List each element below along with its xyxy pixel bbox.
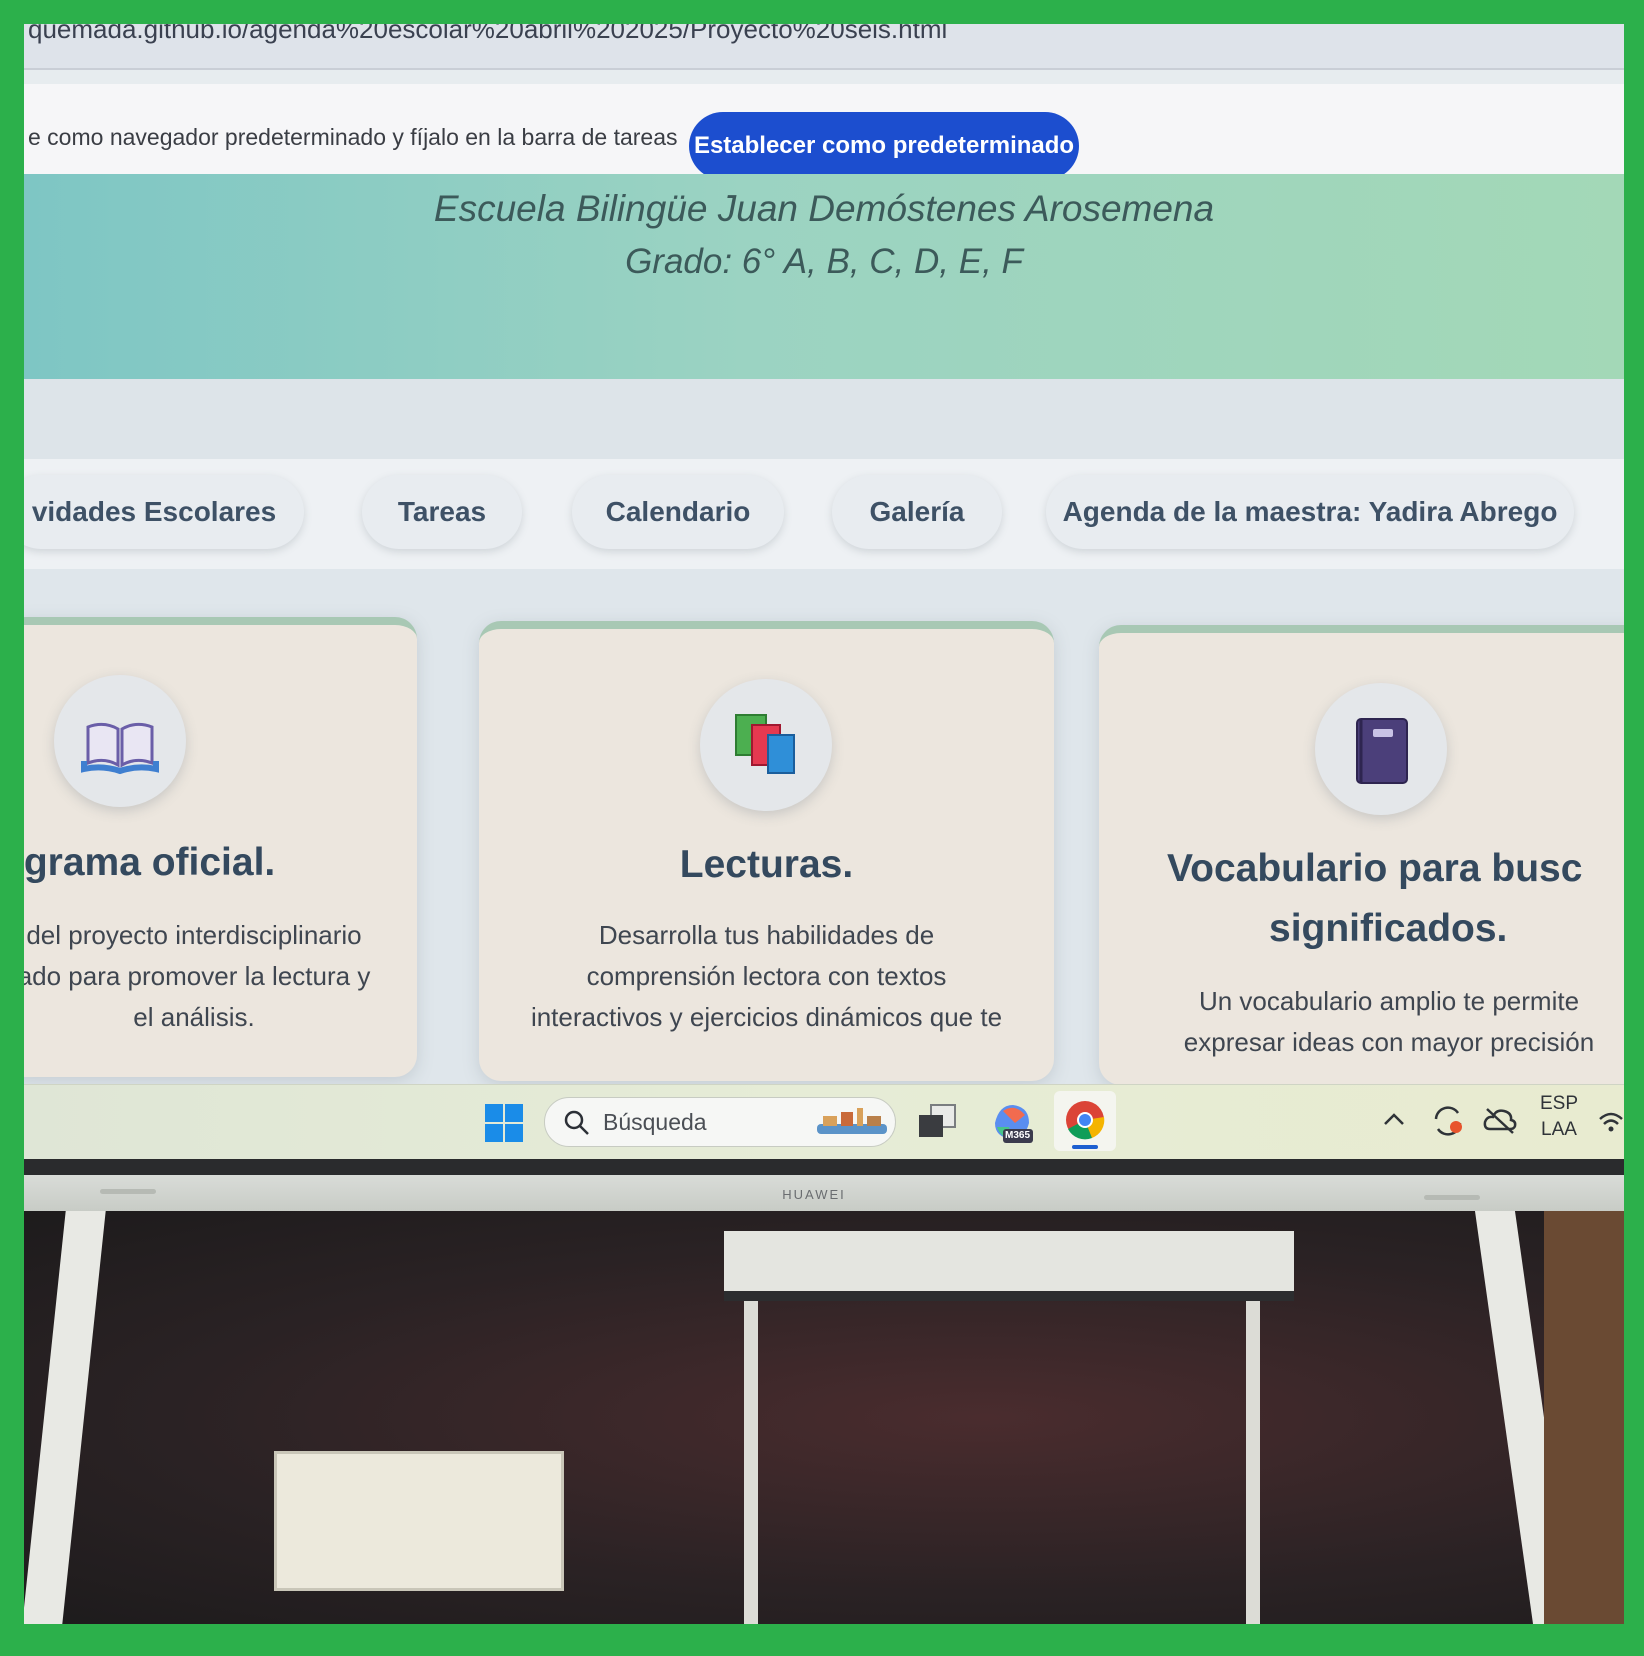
card-title: Vocabulario para busc: [1167, 847, 1583, 890]
search-icon: [564, 1110, 589, 1135]
notebook-icon: [1356, 718, 1408, 784]
wifi-icon: [1599, 1112, 1623, 1132]
show-hidden-icons-button[interactable]: [1382, 1109, 1406, 1134]
nav-item-galeria[interactable]: Galería: [832, 475, 1002, 549]
taskbar-search[interactable]: Búsqueda: [544, 1097, 896, 1147]
card-line: interactivos y ejercicios dinámicos que …: [530, 1002, 1003, 1032]
desk-leg-left: [24, 1211, 106, 1624]
sync-tray-button[interactable]: [1430, 1103, 1466, 1144]
cardboard-box: [1544, 1211, 1624, 1624]
stacked-books-icon: [735, 714, 795, 774]
copilot-m365-button[interactable]: M365: [989, 1099, 1035, 1150]
room-background: [24, 1211, 1624, 1624]
open-book-icon: [81, 722, 159, 775]
card-description: del proyecto interdisciplinario ado para…: [24, 915, 384, 1038]
card-title-line-2: significados.: [1269, 907, 1508, 950]
cloud-off-icon: [1483, 1108, 1517, 1134]
main-nav: vidades Escolares Tareas Calendario Gale…: [24, 459, 1624, 569]
address-bar[interactable]: quemada.github.io/agenda%20escolar%20abr…: [24, 24, 1624, 70]
nav-item-calendario[interactable]: Calendario: [572, 475, 784, 549]
search-highlight-icon: [817, 1108, 887, 1134]
windows-taskbar: Búsqueda M365 ESP LAA: [24, 1084, 1624, 1159]
bezel-sensor-right: [1424, 1195, 1480, 1200]
grade-line: Grado: 6° A, B, C, D, E, F: [625, 242, 1023, 281]
nav-item-actividades[interactable]: vidades Escolares: [24, 475, 304, 549]
icon-circle: [1315, 683, 1447, 815]
cards-section: ograma oficial. del proyecto interdiscip…: [24, 569, 1624, 1085]
card-line: del proyecto interdisciplinario: [26, 920, 362, 950]
card-description: Desarrolla tus habilidades de comprensió…: [479, 915, 1054, 1038]
card-line: el análisis.: [133, 1002, 255, 1032]
infobar-message: e como navegador predeterminado y fíjalo…: [28, 124, 678, 150]
nav-item-agenda-maestra[interactable]: Agenda de la maestra: Yadira Abrego: [1046, 475, 1574, 549]
side-table-leg: [1246, 1301, 1260, 1624]
set-default-button[interactable]: Establecer como predeterminado: [689, 112, 1079, 180]
language-code: ESP: [1540, 1093, 1579, 1114]
icon-circle: [700, 679, 832, 811]
card-line: expresar ideas con mayor precisión: [1183, 1027, 1595, 1057]
search-placeholder: Búsqueda: [603, 1109, 707, 1135]
photo-frame: quemada.github.io/agenda%20escolar%20abr…: [24, 24, 1624, 1624]
chrome-icon: [1066, 1101, 1105, 1140]
section-gap: [24, 379, 1624, 459]
start-button[interactable]: [484, 1103, 524, 1148]
onedrive-tray-button[interactable]: [1482, 1105, 1518, 1142]
card-line: comprensión lectora con textos: [586, 961, 947, 991]
card-lecturas[interactable]: Lecturas. Desarrolla tus habilidades de …: [479, 621, 1054, 1081]
wifi-tray-button[interactable]: [1598, 1107, 1624, 1140]
hero-banner: Escuela Bilingüe Juan Demóstenes Aroseme…: [24, 174, 1624, 379]
card-programa[interactable]: ograma oficial. del proyecto interdiscip…: [24, 617, 417, 1077]
side-table-top: [724, 1231, 1294, 1301]
card-line: Un vocabulario amplio te permite: [1198, 986, 1580, 1016]
language-indicator[interactable]: ESP LAA: [1540, 1091, 1578, 1143]
monitor-brand: HUAWEI: [782, 1187, 846, 1202]
card-title: Lecturas.: [679, 843, 854, 886]
school-name: Escuela Bilingüe Juan Demóstenes Aroseme…: [433, 188, 1215, 229]
task-view-button[interactable]: [917, 1103, 957, 1144]
side-table-leg: [744, 1301, 758, 1624]
card-line: Desarrolla tus habilidades de: [598, 920, 935, 950]
keyboard-layout: LAA: [1541, 1119, 1577, 1140]
nav-item-tareas[interactable]: Tareas: [362, 475, 522, 549]
url-text[interactable]: quemada.github.io/agenda%20escolar%20abr…: [28, 24, 947, 45]
chevron-up-icon: [1384, 1113, 1404, 1125]
card-vocabulario[interactable]: Vocabulario para busc significados. Un v…: [1099, 625, 1624, 1085]
monitor-screen: quemada.github.io/agenda%20escolar%20abr…: [24, 24, 1624, 1159]
card-description: Un vocabulario amplio te permite expresa…: [1119, 981, 1624, 1063]
chrome-taskbar-button[interactable]: [1054, 1091, 1116, 1151]
m365-badge: M365: [1005, 1130, 1031, 1141]
windows-icon: [485, 1104, 523, 1142]
monitor-bezel: HUAWEI: [24, 1159, 1624, 1211]
icon-circle: [54, 675, 186, 807]
card-line: ado para promover la lectura y: [24, 961, 371, 991]
printer: [274, 1451, 564, 1591]
active-indicator: [1072, 1145, 1098, 1149]
sync-icon: [1434, 1106, 1462, 1136]
task-view-icon: [919, 1104, 956, 1137]
card-title: ograma oficial.: [24, 841, 276, 884]
